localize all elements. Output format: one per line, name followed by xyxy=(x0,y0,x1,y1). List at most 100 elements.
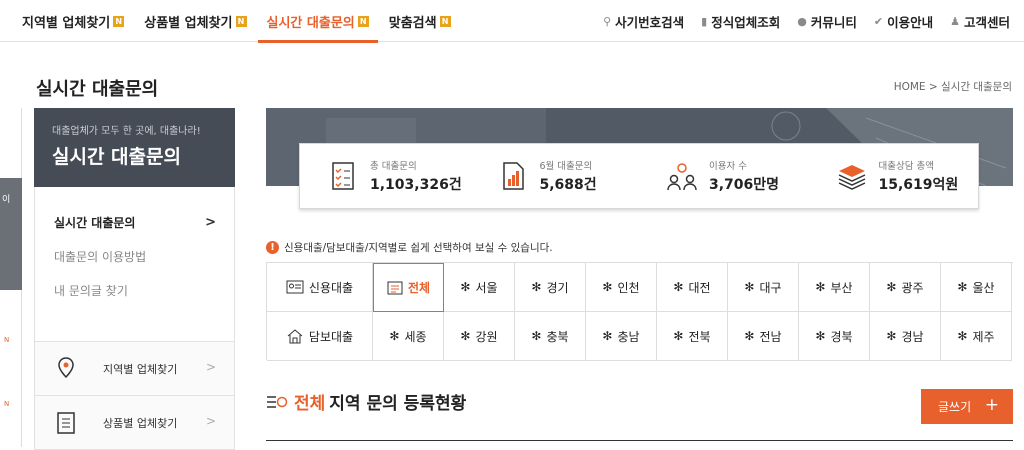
region-jeju[interactable]: ✻ 제주 xyxy=(941,312,1012,361)
nav-realtime-inquiry[interactable]: 실시간 대출문의 N xyxy=(257,0,379,43)
nav-label: 사기번호검색 xyxy=(615,14,685,30)
jeonbuk-map-icon: ✻ xyxy=(673,329,684,343)
sidebar-box-region-search[interactable]: 지역별 업체찾기 > xyxy=(34,342,235,396)
region-gyeonggi[interactable]: ✻ 경기 xyxy=(515,263,586,312)
nav-label: 맞춤검색 xyxy=(388,15,437,31)
region-sejong[interactable]: ✻ 세종 xyxy=(373,312,444,361)
nav-custom-search[interactable]: 맞춤검색 N xyxy=(389,0,451,42)
quick-panel-badge: N xyxy=(4,400,10,408)
quick-panel-badge: N xyxy=(4,336,10,344)
region-filter-grid: 신용대출 전체 ✻ 서울 ✻ 경기 ✻ 인천 ✻ 대전 ✻ 대구 ✻ 부산 ✻ 광주 ✻ 울산 … xyxy=(266,262,1013,361)
stat-total-inquiries: 총 대출문의 1,103,326건 xyxy=(300,144,470,208)
nav-product-search[interactable]: 상품별 업체찾기 N xyxy=(144,0,247,42)
chungbuk-map-icon: ✻ xyxy=(531,329,542,343)
sidebar-item-my-posts[interactable]: 내 문의글 찾기 xyxy=(35,281,234,315)
gangwon-map-icon: ✻ xyxy=(460,329,471,343)
daejeon-map-icon: ✻ xyxy=(673,280,684,294)
region-daejeon[interactable]: ✻ 대전 xyxy=(657,263,728,312)
region-label: 광주 xyxy=(901,280,924,295)
region-daegu[interactable]: ✻ 대구 xyxy=(728,263,799,312)
sidebar-box-label: 상품별 업체찾기 xyxy=(103,416,178,430)
stat-label: 대출상담 총액 xyxy=(878,161,934,172)
floating-quick-panel: 이 N N xyxy=(0,108,22,447)
region-label: 부산 xyxy=(830,280,853,295)
document-icon xyxy=(57,411,75,434)
stats-panel: 총 대출문의 1,103,326건 6월 대출문의 5,688건 이용자 수 3,70… xyxy=(299,143,979,209)
nav-label: 고객센터 xyxy=(963,14,1010,30)
region-label: 충북 xyxy=(546,329,569,344)
notice-label: 신용대출/담보대출/지역별로 쉽게 선택하여 보실 수 있습니다. xyxy=(284,242,553,254)
region-seoul[interactable]: ✻ 서울 xyxy=(444,263,515,312)
region-busan[interactable]: ✻ 부산 xyxy=(799,263,870,312)
sidebar-box-label: 지역별 업체찾기 xyxy=(103,362,178,376)
region-jeonbuk[interactable]: ✻ 전북 xyxy=(657,312,728,361)
chevron-right-icon: > xyxy=(205,360,216,374)
sejong-map-icon: ✻ xyxy=(389,329,400,343)
sidebar-box-product-search[interactable]: 상품별 업체찾기 > xyxy=(34,396,235,450)
region-chungnam[interactable]: ✻ 충남 xyxy=(586,312,657,361)
region-label: 강원 xyxy=(475,329,498,344)
nav-label: 실시간 대출문의 xyxy=(266,15,355,31)
money-stack-icon xyxy=(838,165,865,190)
quick-panel-text: 이 xyxy=(2,195,11,205)
region-label: 경기 xyxy=(546,280,569,295)
house-icon xyxy=(286,328,304,344)
region-all[interactable]: 전체 xyxy=(373,263,444,312)
sidebar-item-label: 대출문의 이용방법 xyxy=(54,250,147,264)
region-incheon[interactable]: ✻ 인천 xyxy=(586,263,657,312)
nav-official-lookup[interactable]: ▮ 정식업체조회 xyxy=(701,12,780,31)
list-icon xyxy=(387,281,403,295)
sidebar-item-label: 내 문의글 찾기 xyxy=(54,284,128,298)
nav-region-search[interactable]: 지역별 업체찾기 N xyxy=(22,0,125,42)
chevron-right-icon: > xyxy=(205,414,216,428)
category-collateral-loan[interactable]: 담보대출 xyxy=(267,312,373,361)
breadcrumb: HOME > 실시간 대출문의 xyxy=(893,81,1012,93)
nav-fraud-search[interactable]: ⚲ 사기번호검색 xyxy=(603,12,684,31)
incheon-map-icon: ✻ xyxy=(602,280,613,294)
nav-community[interactable]: ● 커뮤니티 xyxy=(797,12,857,31)
jeju-map-icon: ✻ xyxy=(957,329,968,343)
region-gwangju[interactable]: ✻ 광주 xyxy=(870,263,941,312)
notice-text: ! 신용대출/담보대출/지역별로 쉽게 선택하여 보실 수 있습니다. xyxy=(266,240,553,255)
region-jeonnam[interactable]: ✻ 전남 xyxy=(728,312,799,361)
new-badge: N xyxy=(113,15,125,27)
region-label: 대구 xyxy=(759,280,782,295)
main-menu: 지역별 업체찾기 N 상품별 업체찾기 N 실시간 대출문의 N 맞춤검색 N xyxy=(22,0,471,43)
nav-guide[interactable]: ✔ 이용안내 xyxy=(874,12,933,31)
ulsan-map-icon: ✻ xyxy=(957,280,968,294)
check-icon: ✔ xyxy=(873,14,884,28)
write-button[interactable]: 글쓰기 + xyxy=(921,389,1013,424)
stat-label: 총 대출문의 xyxy=(370,161,417,172)
id-card-icon xyxy=(286,280,304,294)
region-gangwon[interactable]: ✻ 강원 xyxy=(444,312,515,361)
jeonnam-map-icon: ✻ xyxy=(744,329,755,343)
search-icon: ⚲ xyxy=(603,14,612,28)
info-icon: ! xyxy=(266,241,279,254)
stat-value: 5,688건 xyxy=(539,177,597,193)
nav-support[interactable]: ♟ 고객센터 xyxy=(950,12,1010,31)
category-credit-loan[interactable]: 신용대출 xyxy=(267,263,373,312)
chungnam-map-icon: ✻ xyxy=(602,329,613,343)
gyeonggi-map-icon: ✻ xyxy=(531,280,542,294)
gyeongnam-map-icon: ✻ xyxy=(886,329,897,343)
checklist-icon xyxy=(332,162,354,190)
stat-users: 이용자 수 3,706만명 xyxy=(639,144,809,208)
document-icon: ▮ xyxy=(701,14,708,28)
section-title-text: 지역 문의 등록현황 xyxy=(329,394,467,414)
nav-label: 커뮤니티 xyxy=(810,14,857,30)
nav-label: 이용안내 xyxy=(887,14,934,30)
write-button-label: 글쓰기 xyxy=(938,400,972,414)
region-gyeongbuk[interactable]: ✻ 경북 xyxy=(799,312,870,361)
gyeongbuk-map-icon: ✻ xyxy=(815,329,826,343)
region-gyeongnam[interactable]: ✻ 경남 xyxy=(870,312,941,361)
region-ulsan[interactable]: ✻ 울산 xyxy=(941,263,1012,312)
section-title: 전체 지역 문의 등록현황 xyxy=(266,389,466,414)
sidebar-item-howto[interactable]: 대출문의 이용방법 xyxy=(35,247,234,281)
nav-label: 상품별 업체찾기 xyxy=(144,15,233,31)
sidebar-item-realtime-inquiry[interactable]: 실시간 대출문의 > xyxy=(35,213,234,247)
stat-label: 이용자 수 xyxy=(709,161,747,172)
region-label: 전북 xyxy=(688,329,711,344)
stat-monthly-inquiries: 6월 대출문의 5,688건 xyxy=(470,144,640,208)
person-icon: ♟ xyxy=(950,14,960,28)
region-chungbuk[interactable]: ✻ 충북 xyxy=(515,312,586,361)
